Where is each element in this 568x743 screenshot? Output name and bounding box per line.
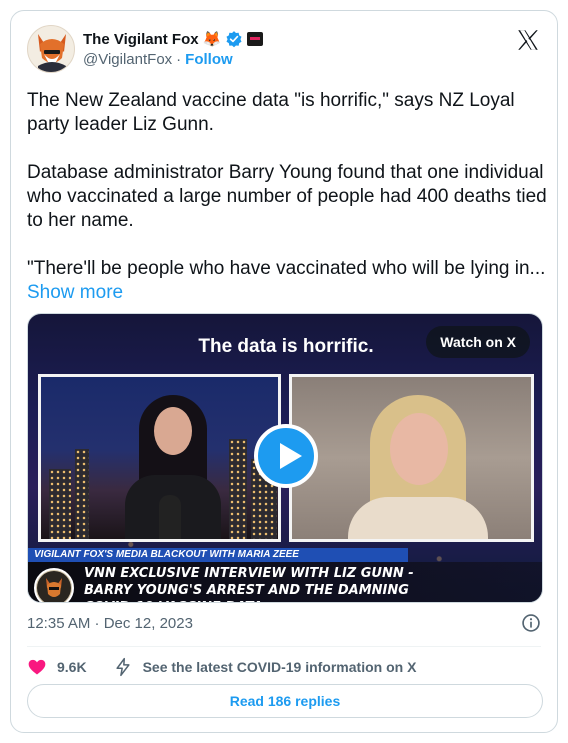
like-count[interactable]: 9.6K: [57, 659, 87, 675]
lower-third-bar: VIGILANT FOX'S MEDIA BLACKOUT WITH MARIA…: [28, 548, 408, 562]
media-blackout-logo: [34, 568, 74, 602]
avatar[interactable]: [27, 25, 75, 73]
author-handle-row: @VigilantFox · Follow: [83, 51, 233, 68]
fox-emoji: 🦊: [202, 29, 222, 48]
host-face: [154, 407, 192, 455]
tweet-text: The New Zealand vaccine data "is horrifi…: [27, 89, 547, 305]
author-name-row: The Vigilant Fox 🦊: [83, 29, 264, 49]
tweet-paragraph: Database administrator Barry Young found…: [27, 162, 547, 231]
engagement-row: 9.6K See the latest COVID-19 information…: [27, 655, 416, 679]
microphone: [159, 495, 181, 539]
tweet-card: The Vigilant Fox 🦊 @VigilantFox · Follow…: [10, 10, 558, 733]
author-name[interactable]: The Vigilant Fox: [83, 31, 199, 48]
guest-body: [348, 497, 488, 539]
lower-third-headline: VNN EXCLUSIVE INTERVIEW WITH LIZ GUNN - …: [84, 566, 414, 602]
play-icon[interactable]: [254, 424, 318, 488]
city-building: [229, 439, 247, 539]
truncated-text: "There'll be people who have vaccinated …: [27, 258, 546, 279]
covid-info-icon: [115, 657, 130, 677]
heart-icon[interactable]: [27, 657, 47, 677]
city-building: [75, 449, 89, 539]
guest-face: [390, 413, 448, 485]
fox-logo-icon: [37, 571, 71, 602]
host-video-panel: [38, 374, 281, 542]
info-icon[interactable]: [521, 613, 541, 633]
video-player[interactable]: The data is horrific. Watch on X VIGILAN…: [27, 313, 543, 603]
fox-avatar-icon: [38, 34, 66, 72]
author-handle[interactable]: @VigilantFox: [83, 51, 172, 68]
tweet-paragraph-truncated: "There'll be people who have vaccinated …: [27, 257, 547, 305]
watch-on-x-button[interactable]: Watch on X: [426, 326, 530, 358]
follow-button[interactable]: Follow: [185, 51, 233, 68]
verified-badge-icon: [226, 31, 242, 48]
covid-info-link[interactable]: See the latest COVID-19 information on X: [143, 659, 417, 675]
separator-dot: ·: [176, 51, 182, 68]
x-logo-icon[interactable]: [515, 27, 541, 53]
divider: [27, 646, 541, 647]
tweet-timestamp[interactable]: 12:35 AM · Dec 12, 2023: [27, 615, 193, 632]
guest-video-panel: [289, 374, 534, 542]
show-more-link[interactable]: Show more: [27, 282, 123, 303]
read-replies-button[interactable]: Read 186 replies: [27, 684, 543, 718]
city-building: [49, 469, 71, 539]
affiliate-badge-icon: [247, 32, 264, 46]
tweet-paragraph: The New Zealand vaccine data "is horrifi…: [27, 90, 515, 135]
